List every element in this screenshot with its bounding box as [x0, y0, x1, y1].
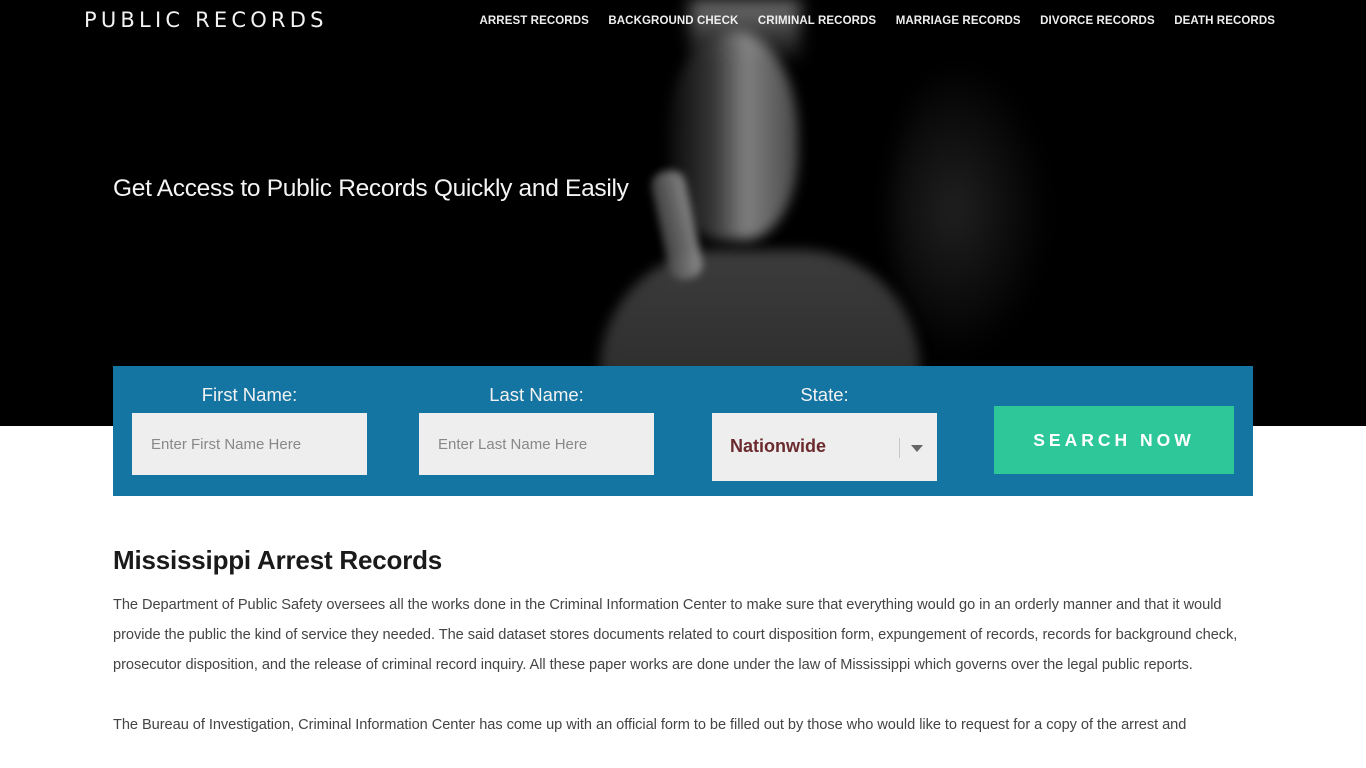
search-form: First Name: Last Name: State: Nationwide… [113, 366, 1253, 496]
state-label: State: [800, 384, 849, 405]
nav-criminal-records[interactable]: CRIMINAL RECORDS [758, 15, 876, 27]
top-navigation-bar: PUBLIC RECORDS ARREST RECORDS BACKGROUND… [0, 0, 1366, 44]
last-name-input[interactable] [419, 413, 654, 475]
nav-background-check[interactable]: BACKGROUND CHECK [608, 15, 738, 27]
site-logo[interactable]: PUBLIC RECORDS [84, 8, 328, 32]
hero-tagline: Get Access to Public Records Quickly and… [113, 175, 629, 202]
article-paragraph: The Department of Public Safety oversees… [113, 597, 1238, 673]
article-content: Mississippi Arrest Records The Departmen… [113, 545, 1243, 768]
select-separator [899, 438, 900, 458]
hero-image-shadow [890, 60, 1050, 360]
nav-marriage-records[interactable]: MARRIAGE RECORDS [896, 15, 1021, 27]
chevron-down-icon[interactable] [911, 445, 923, 452]
hero-section [0, 0, 1366, 426]
first-name-input[interactable] [132, 413, 367, 475]
search-now-button[interactable]: SEARCH NOW [994, 406, 1234, 474]
nav-arrest-records[interactable]: ARREST RECORDS [479, 15, 588, 27]
last-name-label: Last Name: [489, 384, 584, 405]
article-title: Mississippi Arrest Records [113, 545, 443, 575]
state-select[interactable]: Nationwide [712, 413, 937, 481]
state-select-value: Nationwide [730, 436, 827, 456]
first-name-label: First Name: [201, 384, 298, 405]
article-paragraph: The Bureau of Investigation, Criminal In… [113, 717, 1187, 733]
main-nav: ARREST RECORDS BACKGROUND CHECK CRIMINAL… [460, 15, 1275, 27]
nav-divorce-records[interactable]: DIVORCE RECORDS [1040, 15, 1155, 27]
nav-death-records[interactable]: DEATH RECORDS [1174, 15, 1275, 27]
